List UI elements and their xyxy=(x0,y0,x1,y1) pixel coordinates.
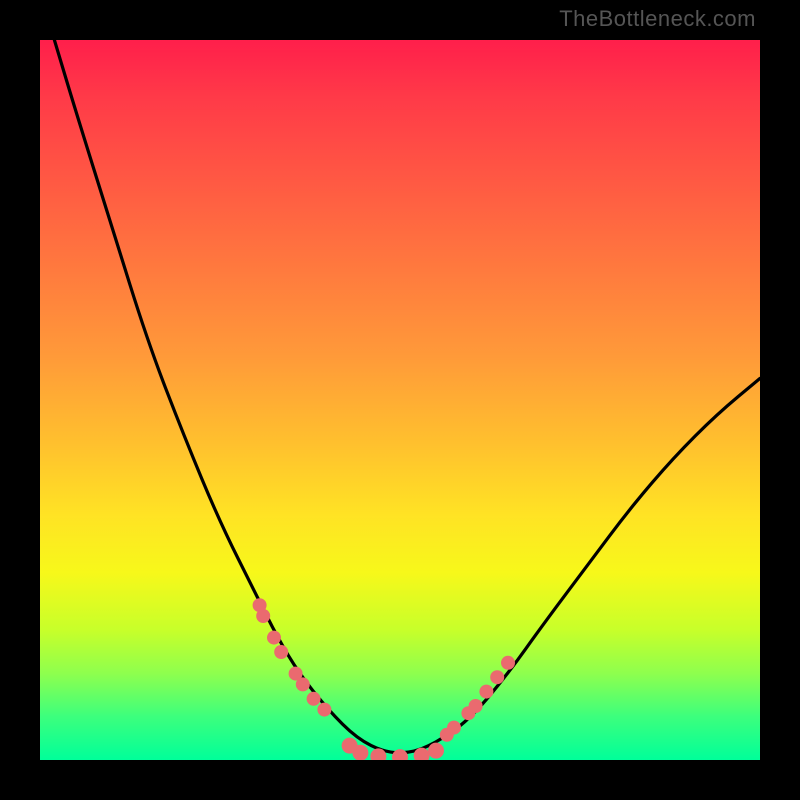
plot-area xyxy=(40,40,760,760)
bottleneck-chart xyxy=(40,40,760,760)
marker-dot xyxy=(428,743,444,759)
watermark-text: TheBottleneck.com xyxy=(559,6,756,32)
marker-dot xyxy=(267,631,281,645)
marker-dot xyxy=(490,670,504,684)
marker-dot xyxy=(307,692,321,706)
marker-dot xyxy=(274,645,288,659)
marker-dot xyxy=(392,749,408,760)
marker-dot xyxy=(479,685,493,699)
marker-dots xyxy=(253,598,515,760)
marker-dot xyxy=(447,721,461,735)
bottleneck-curve xyxy=(54,40,760,753)
marker-dot xyxy=(317,703,331,717)
marker-dot xyxy=(296,677,310,691)
marker-dot xyxy=(501,656,515,670)
chart-frame: TheBottleneck.com xyxy=(0,0,800,800)
marker-dot xyxy=(469,699,483,713)
marker-dot xyxy=(256,609,270,623)
